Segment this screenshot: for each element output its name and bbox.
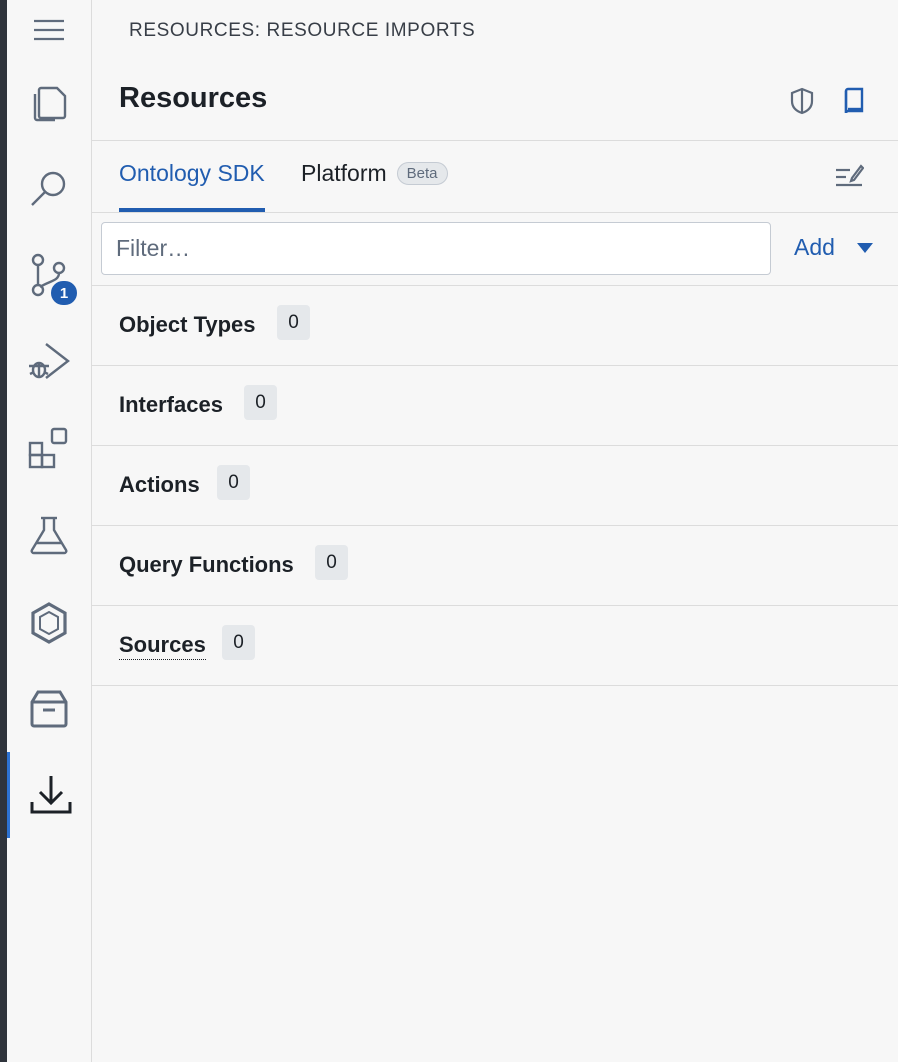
- section-label: Query Functions: [119, 552, 294, 577]
- page-title: Resources: [119, 82, 268, 114]
- download-icon: [30, 776, 71, 814]
- section-label: Actions: [119, 472, 200, 497]
- section-actions[interactable]: Actions 0: [92, 446, 898, 526]
- beta-tag: Beta: [396, 162, 448, 185]
- section-count: 0: [315, 545, 348, 580]
- flask-icon: [30, 516, 68, 555]
- tab-ontology-sdk[interactable]: Ontology SDK: [119, 160, 265, 212]
- window-edge: [0, 0, 7, 1062]
- filter-input[interactable]: [101, 222, 771, 275]
- add-button[interactable]: Add: [794, 234, 873, 261]
- activity-explorer[interactable]: [7, 60, 91, 146]
- section-sources[interactable]: Sources 0: [92, 606, 898, 686]
- section-object-types[interactable]: Object Types 0: [92, 286, 898, 366]
- run-debug-icon: [29, 343, 70, 379]
- activity-extensions[interactable]: [7, 405, 91, 491]
- activity-resource-imports[interactable]: [7, 752, 91, 838]
- shield-icon[interactable]: [785, 84, 819, 118]
- ontology-icon: [31, 602, 67, 644]
- archive-icon: [30, 690, 68, 728]
- breadcrumb: RESOURCES: RESOURCE IMPORTS: [129, 20, 476, 41]
- activity-archive[interactable]: [7, 666, 91, 752]
- resources-panel: RESOURCES: RESOURCE IMPORTS Resources On…: [92, 0, 898, 1062]
- activity-run-debug[interactable]: [7, 318, 91, 404]
- section-query-functions[interactable]: Query Functions 0: [92, 526, 898, 606]
- section-count: 0: [217, 465, 250, 500]
- caret-down-icon: [856, 242, 873, 253]
- search-icon: [31, 171, 66, 206]
- activity-source-control[interactable]: [7, 232, 91, 318]
- section-label: Sources: [119, 632, 206, 660]
- extensions-icon: [28, 427, 68, 469]
- tab-platform[interactable]: Platform Beta: [301, 160, 448, 212]
- activity-search[interactable]: [7, 146, 91, 232]
- menu-icon[interactable]: [7, 6, 91, 54]
- add-label: Add: [794, 234, 835, 260]
- tab-label: Ontology SDK: [119, 160, 265, 186]
- activity-bar: 1: [7, 0, 92, 1062]
- header-divider: [92, 140, 898, 141]
- section-count: 0: [222, 625, 255, 660]
- section-label: Object Types: [119, 312, 256, 337]
- book-icon[interactable]: [837, 84, 871, 118]
- tabs-divider: [92, 212, 898, 213]
- section-interfaces[interactable]: Interfaces 0: [92, 366, 898, 446]
- tab-label: Platform: [301, 160, 387, 186]
- source-control-badge: 1: [49, 279, 79, 307]
- section-label: Interfaces: [119, 392, 223, 417]
- activity-testing[interactable]: [7, 492, 91, 578]
- activity-ontology[interactable]: [7, 580, 91, 666]
- edit-list-icon[interactable]: [832, 158, 866, 192]
- section-count: 0: [277, 305, 310, 340]
- section-count: 0: [244, 385, 277, 420]
- files-icon: [33, 86, 67, 122]
